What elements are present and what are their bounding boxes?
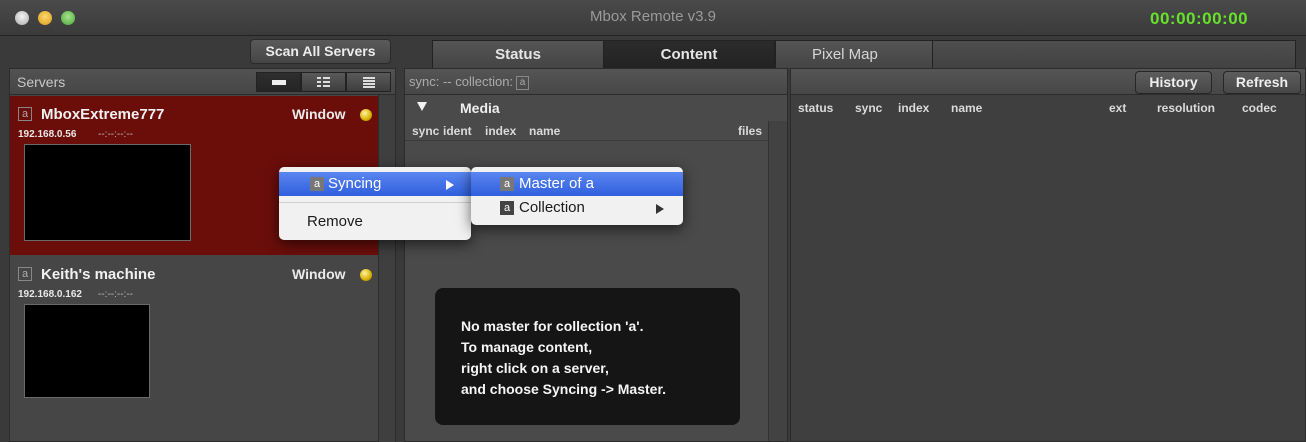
submenu-arrow-icon [656,204,664,214]
server-timecode: --:--:--:-- [98,129,133,140]
content-column-headers: status sync index name ext resolution co… [791,96,1305,120]
menu-item-label: Master of a [519,175,595,192]
message-line: No master for collection 'a'. [461,318,644,334]
scan-all-servers-button[interactable]: Scan All Servers [250,39,391,64]
refresh-button[interactable]: Refresh [1223,71,1301,94]
submenu-arrow-icon [446,180,454,190]
tab-status[interactable]: Status [432,40,604,68]
server-row-keiths-machine[interactable]: a Keith's machine 192.168.0.162 --:--:--… [10,256,378,401]
column-header-resolution[interactable]: resolution [1157,101,1215,115]
server-badge: a [18,267,32,281]
collection-badge: a [516,75,530,90]
menu-separator [279,202,471,203]
large-view-icon [271,79,286,85]
message-line: To manage content, [461,339,593,355]
menu-item-badge: a [500,201,514,215]
tab-bar-filler [932,40,1296,68]
title-bar: Mbox Remote v3.9 00:00:00:00 [0,0,1306,36]
window-title: Mbox Remote v3.9 [590,8,716,25]
server-badge: a [18,107,32,121]
media-panel: sync: -- collection: a Media sync ident i… [404,68,788,442]
timecode-display: 00:00:00:00 [1150,9,1249,28]
list-view-icon [362,76,375,88]
server-preview [24,304,150,398]
menu-item-collection[interactable]: a Collection [471,196,683,220]
column-header-sync[interactable]: sync [412,124,439,138]
media-scrollbar[interactable] [768,121,787,441]
content-panel: History Refresh status sync index name e… [790,68,1306,442]
menu-item-label: Syncing [328,175,382,192]
column-header-status[interactable]: status [798,101,833,115]
column-header-codec[interactable]: codec [1242,101,1277,115]
history-button[interactable]: History [1135,71,1212,94]
servers-header: Servers [10,69,395,95]
menu-item-badge: a [500,177,514,191]
tab-pixel-map[interactable]: Pixel Map [775,40,933,68]
sync-collection-bar: sync: -- collection: a [405,69,787,95]
menu-item-label: Collection [519,199,585,216]
media-section-header[interactable]: Media [405,96,787,120]
menu-item-remove[interactable]: Remove [279,210,471,234]
toolbar: Scan All Servers Status Content Pixel Ma… [0,36,1306,68]
column-header-files[interactable]: files [738,124,762,138]
status-led-icon [360,109,372,121]
sync-status-text: sync: -- collection: [409,74,514,89]
server-output-mode: Window [292,106,346,122]
server-ip: 192.168.0.56 [18,129,77,140]
server-output-mode: Window [292,266,346,282]
servers-panel: Servers a MboxExtreme777 192.168.0.56 --… [9,68,396,442]
menu-item-label: Remove [307,213,363,230]
content-toolbar: History Refresh [791,69,1305,95]
column-header-index[interactable]: index [485,124,516,138]
tab-content[interactable]: Content [603,40,775,68]
column-header-sync[interactable]: sync [855,101,882,115]
media-section-label: Media [460,100,500,116]
no-master-message: No master for collection 'a'. To manage … [435,288,740,425]
column-header-name[interactable]: name [951,101,982,115]
message-line: right click on a server, [461,360,609,376]
large-view-button[interactable] [256,72,301,92]
server-preview [24,144,191,241]
detail-view-icon [317,77,330,87]
menu-item-syncing[interactable]: a Syncing [279,172,471,196]
column-header-name[interactable]: name [529,124,560,138]
menu-item-master-of-a[interactable]: a Master of a [471,172,683,196]
syncing-submenu: a Master of a a Collection [471,167,683,225]
status-led-icon [360,269,372,281]
column-header-index[interactable]: index [898,101,929,115]
column-header-ident[interactable]: ident [443,124,472,138]
servers-scrollbar[interactable] [378,95,395,442]
media-column-headers: sync ident index name files [405,121,787,141]
server-name: Keith's machine [41,266,156,283]
detail-view-button[interactable] [301,72,346,92]
list-view-button[interactable] [346,72,391,92]
server-context-menu: a Syncing Remove [279,167,471,240]
column-header-ext[interactable]: ext [1109,101,1126,115]
message-line: and choose Syncing -> Master. [461,381,667,397]
view-mode-switcher [256,72,391,92]
server-name: MboxExtreme777 [41,106,165,123]
server-timecode: --:--:--:-- [98,289,133,300]
menu-item-badge: a [310,177,324,191]
server-ip: 192.168.0.162 [18,289,82,300]
disclosure-triangle-icon[interactable] [417,102,427,111]
servers-title: Servers [17,74,66,90]
